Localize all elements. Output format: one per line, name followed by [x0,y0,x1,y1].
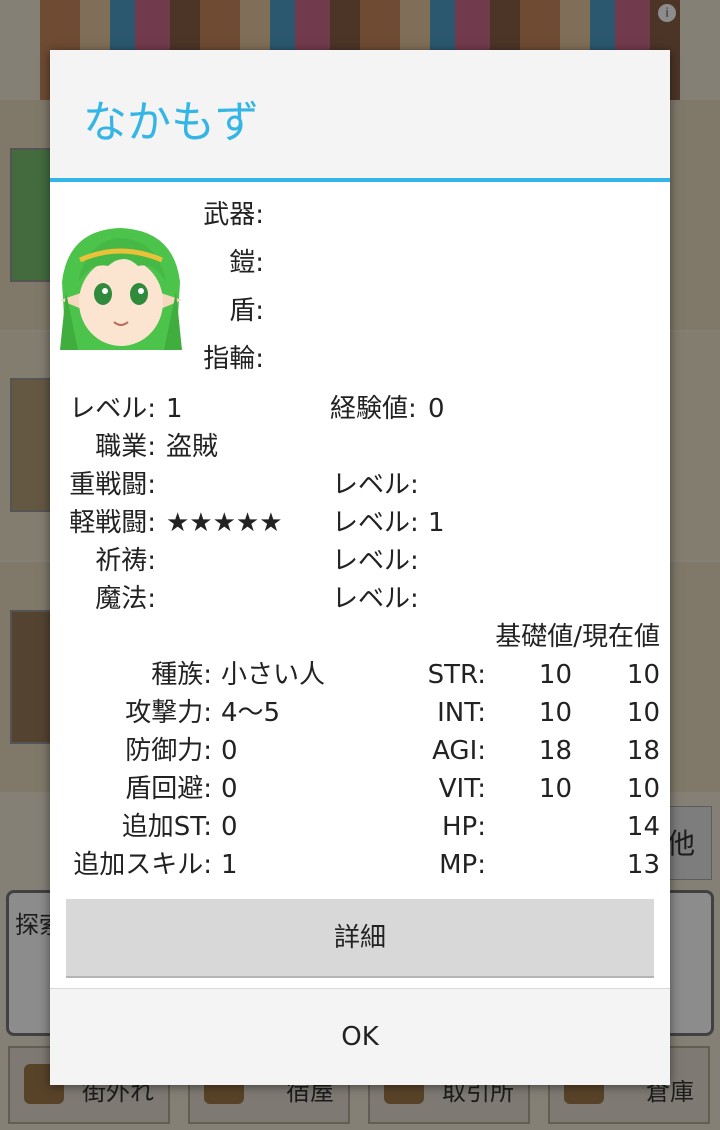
skill-level-label: レベル: [332,546,419,576]
stat-current: 10 [626,774,660,804]
attribute-value: 小さい人 [221,660,326,690]
skill-label: 軽戦闘: [69,508,156,538]
shield-label: 盾: [229,296,264,326]
details-button[interactable]: 詳細 [66,899,654,978]
job-value: 盗賊 [166,432,219,462]
skill-stars: ★★★★★ [166,508,283,538]
stat-label: HP: [442,812,486,842]
skill-level-label: レベル: [332,584,419,614]
skill-label: 魔法: [95,584,156,614]
attribute-value: 0 [221,774,238,804]
skill-level-label: レベル: [332,508,419,538]
attribute-label: 盾回避: [125,774,212,804]
attribute-label: 攻撃力: [125,698,212,728]
character-name: なかもず [83,97,259,148]
level-label: レベル: [69,394,156,424]
weapon-label: 武器: [203,200,264,230]
stat-current: 10 [626,660,660,690]
exp-value: 0 [428,394,445,424]
stat-label: INT: [437,698,486,728]
armor-label: 鎧: [229,248,264,278]
attribute-label: 追加ST: [121,812,212,842]
stat-label: STR: [427,660,486,690]
stat-current: 13 [626,850,660,880]
attribute-label: 追加スキル: [73,850,212,880]
attribute-label: 防御力: [125,736,212,766]
attribute-value: 0 [221,812,238,842]
stat-current: 10 [626,698,660,728]
stat-label: AGI: [432,736,486,766]
attribute-label: 種族: [151,660,212,690]
skill-label: 祈祷: [95,546,156,576]
skill-label: 重戦闘: [69,470,156,500]
skill-level-label: レベル: [332,470,419,500]
attribute-value: 0 [221,736,238,766]
skill-level-value: 1 [428,508,445,538]
character-dialog: なかもず 武器: 鎧: 盾: 指輪: レベル: 1 経験値: 0 職業: 盗賊 … [50,50,670,1085]
dialog-header: なかもず [50,50,670,182]
stat-label: VIT: [438,774,486,804]
exp-label: 経験値: [330,394,417,424]
stat-label: MP: [439,850,486,880]
attribute-value: 1 [221,850,238,880]
stat-base: 10 [538,660,572,690]
stat-current: 18 [626,736,660,766]
level-value: 1 [166,394,183,424]
stat-base: 10 [538,774,572,804]
attribute-value: 4〜5 [221,698,281,728]
job-label: 職業: [95,432,156,462]
ring-label: 指輪: [203,344,264,374]
stat-base: 10 [538,698,572,728]
ok-button[interactable]: OK [50,989,670,1085]
stat-base: 18 [538,736,572,766]
stats-header: 基礎値/現在値 [495,622,660,652]
character-portrait [58,222,184,350]
dialog-footer: OK [50,988,670,1085]
stat-current: 14 [626,812,660,842]
